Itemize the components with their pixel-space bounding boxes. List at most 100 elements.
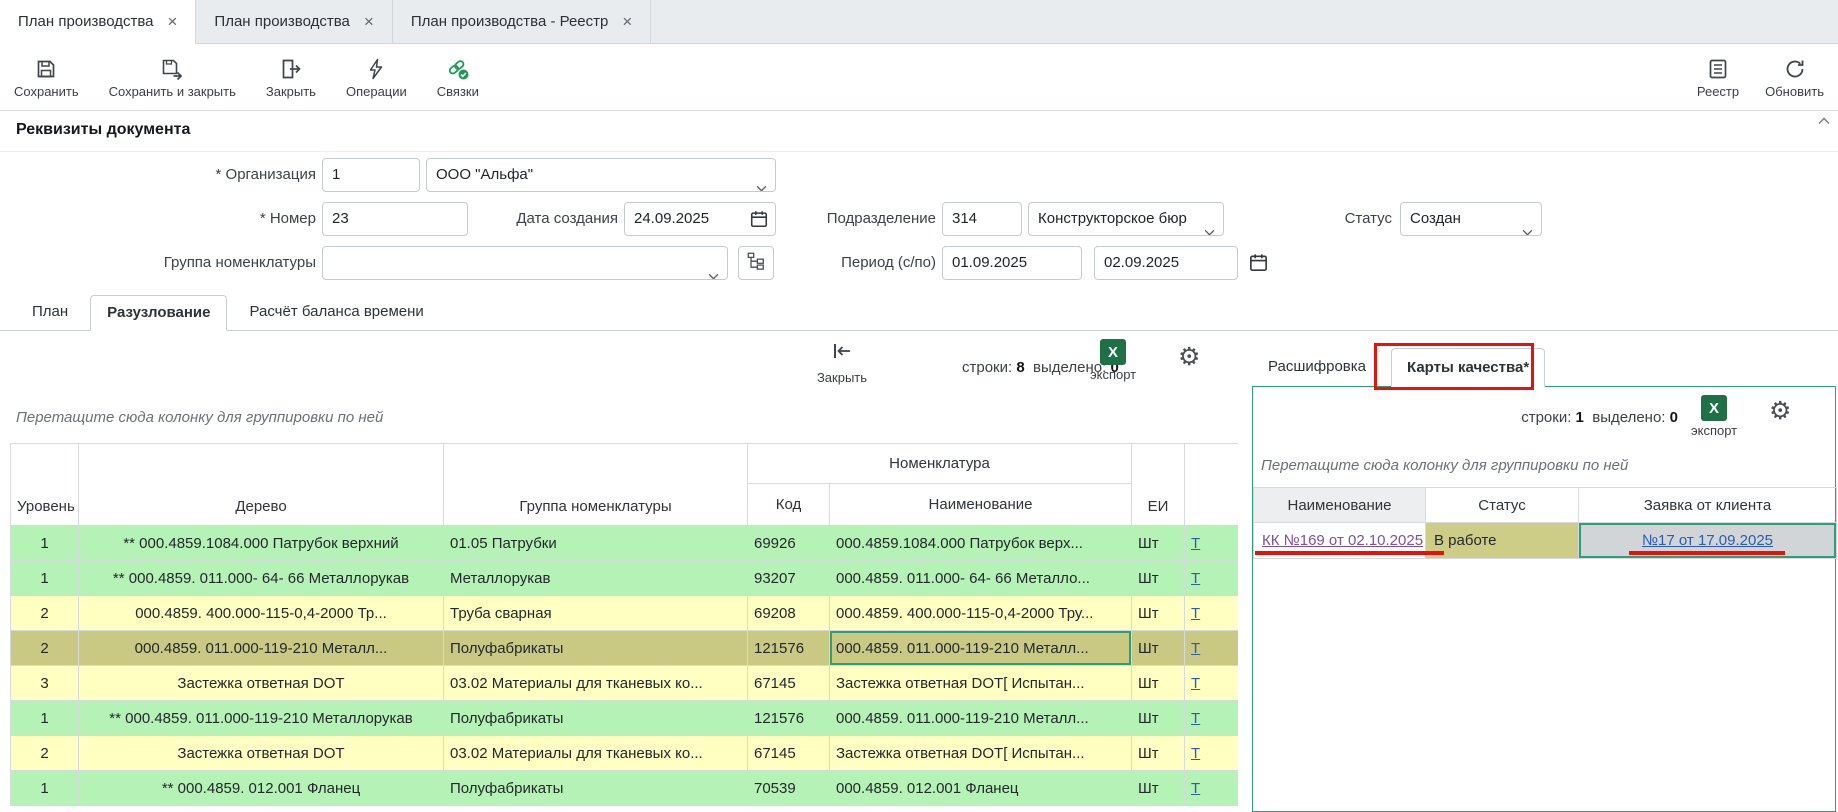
cell-code[interactable]: 70539 xyxy=(748,771,830,806)
collapse-up-icon[interactable] xyxy=(1818,112,1830,130)
quality-card-link[interactable]: КК №169 от 02.10.2025 xyxy=(1262,532,1423,549)
row-link[interactable]: Т xyxy=(1191,535,1200,552)
cell-level[interactable]: 1 xyxy=(11,526,79,561)
cell-level[interactable]: 2 xyxy=(11,736,79,771)
col-header-unit[interactable]: ЕИ xyxy=(1132,444,1185,526)
cell-unit[interactable]: Шт xyxy=(1132,666,1185,701)
cell-level[interactable]: 2 xyxy=(11,631,79,666)
tab-rasshifrovka[interactable]: Расшифровка xyxy=(1253,348,1381,387)
cell-group[interactable]: Труба сварная xyxy=(444,596,748,631)
cell-level[interactable]: 2 xyxy=(11,596,79,631)
status-select[interactable]: Создан xyxy=(1400,202,1542,236)
cell-extra[interactable]: Т xyxy=(1185,596,1238,631)
cell-code[interactable]: 93207 xyxy=(748,561,830,596)
cell-tree[interactable]: ** 000.4859. 011.000- 64- 66 Металлорука… xyxy=(79,561,444,596)
window-tab-plan-2[interactable]: План производства × xyxy=(196,0,392,43)
cell-code[interactable]: 67145 xyxy=(748,666,830,701)
cell-unit[interactable]: Шт xyxy=(1132,596,1185,631)
cell-name[interactable]: 000.4859.1084.000 Патрубок верх... xyxy=(830,526,1132,561)
cell-unit[interactable]: Шт xyxy=(1132,736,1185,771)
cell-level[interactable]: 1 xyxy=(11,771,79,806)
cell-name[interactable]: Застежка ответная DOT[ Испытан... xyxy=(830,736,1132,771)
close-tab-icon[interactable]: × xyxy=(622,13,632,30)
tab-razuzlovanie[interactable]: Разузлование xyxy=(90,295,227,331)
close-tab-icon[interactable]: × xyxy=(167,13,177,30)
cell-unit[interactable]: Шт xyxy=(1132,561,1185,596)
table-row[interactable]: 1 ** 000.4859. 011.000- 64- 66 Металлору… xyxy=(11,561,1239,596)
export-button[interactable]: X экспорт xyxy=(1691,395,1737,438)
cell-tree[interactable]: 000.4859. 400.000-115-0,4-2000 Тр... xyxy=(79,596,444,631)
cell-level[interactable]: 1 xyxy=(11,701,79,736)
calendar-icon[interactable] xyxy=(749,209,769,236)
department-code-field[interactable]: 314 xyxy=(942,202,1022,236)
calendar-icon[interactable] xyxy=(1248,252,1269,278)
cell-group[interactable]: Металлорукав xyxy=(444,561,748,596)
cell-unit[interactable]: Шт xyxy=(1132,771,1185,806)
cell-name[interactable]: 000.4859. 011.000-119-210 Металл... xyxy=(830,701,1132,736)
col-header-group[interactable]: Группа номенклатуры xyxy=(444,444,748,526)
col-header-name[interactable]: Наименование xyxy=(830,484,1132,526)
close-document-button[interactable]: Закрыть xyxy=(266,57,316,99)
tab-quality-cards[interactable]: Карты качества* xyxy=(1391,348,1545,387)
organization-code-field[interactable]: 1 xyxy=(322,158,420,192)
row-link[interactable]: Т xyxy=(1191,710,1200,727)
cell-card-status[interactable]: В работе xyxy=(1426,523,1579,559)
operations-button[interactable]: Операции xyxy=(346,57,407,99)
cell-unit[interactable]: Шт xyxy=(1132,701,1185,736)
organization-select[interactable]: ООО "Альфа" xyxy=(426,158,776,192)
col-header-tree[interactable]: Дерево xyxy=(79,444,444,526)
cell-group[interactable]: 03.02 Материалы для тканевых ко... xyxy=(444,736,748,771)
cell-extra[interactable]: Т xyxy=(1185,631,1238,666)
registry-button[interactable]: Реестр xyxy=(1697,57,1739,99)
cell-tree[interactable]: Застежка ответная DOT xyxy=(79,736,444,771)
close-tab-icon[interactable]: × xyxy=(364,13,374,30)
row-link[interactable]: Т xyxy=(1191,640,1200,657)
row-link[interactable]: Т xyxy=(1191,570,1200,587)
cell-code[interactable]: 67145 xyxy=(748,736,830,771)
cell-group[interactable]: Полуфабрикаты xyxy=(444,701,748,736)
cell-level[interactable]: 3 xyxy=(11,666,79,701)
cell-code[interactable]: 121576 xyxy=(748,631,830,666)
col-header-level[interactable]: Уровень xyxy=(11,444,79,526)
links-button[interactable]: Связки xyxy=(437,57,479,99)
cell-code[interactable]: 69926 xyxy=(748,526,830,561)
created-date-field[interactable]: 24.09.2025 xyxy=(624,202,776,236)
cell-unit[interactable]: Шт xyxy=(1132,631,1185,666)
tab-plan[interactable]: План xyxy=(16,295,84,330)
row-link[interactable]: Т xyxy=(1191,605,1200,622)
cell-tree[interactable]: ** 000.4859. 012.001 Фланец xyxy=(79,771,444,806)
save-button[interactable]: Сохранить xyxy=(14,57,79,99)
cell-extra[interactable]: Т xyxy=(1185,526,1238,561)
cell-name[interactable]: 000.4859. 400.000-115-0,4-2000 Тру... xyxy=(830,596,1132,631)
row-link[interactable]: Т xyxy=(1191,745,1200,762)
number-field[interactable]: 23 xyxy=(322,202,468,236)
gear-icon[interactable]: ⚙ xyxy=(1178,345,1200,370)
table-row[interactable]: 1 ** 000.4859.1084.000 Патрубок верхний … xyxy=(11,526,1239,561)
department-select[interactable]: Конструкторское бюр xyxy=(1028,202,1224,236)
cell-name[interactable]: 000.4859. 011.000- 64- 66 Металло... xyxy=(830,561,1132,596)
cell-group[interactable]: Полуфабрикаты xyxy=(444,771,748,806)
table-row[interactable]: 3 Застежка ответная DOT 03.02 Материалы … xyxy=(11,666,1239,701)
row-link[interactable]: Т xyxy=(1191,780,1200,797)
cell-extra[interactable]: Т xyxy=(1185,701,1238,736)
gear-icon[interactable]: ⚙ xyxy=(1769,399,1791,424)
col-header-extra[interactable] xyxy=(1185,444,1238,526)
period-from-field[interactable]: 01.09.2025 xyxy=(942,246,1082,280)
row-link[interactable]: Т xyxy=(1191,675,1200,692)
nomenclature-group-select[interactable] xyxy=(322,246,728,280)
table-row[interactable]: 1 ** 000.4859. 011.000-119-210 Металлору… xyxy=(11,701,1239,736)
cell-unit[interactable]: Шт xyxy=(1132,526,1185,561)
cell-tree[interactable]: ** 000.4859. 011.000-119-210 Металлорука… xyxy=(79,701,444,736)
cell-tree[interactable]: 000.4859. 011.000-119-210 Металл... xyxy=(79,631,444,666)
refresh-button[interactable]: Обновить xyxy=(1765,57,1824,99)
cell-tree[interactable]: Застежка ответная DOT xyxy=(79,666,444,701)
grid-close-button[interactable]: Закрыть xyxy=(800,339,884,385)
window-tab-registry[interactable]: План производства - Реестр × xyxy=(393,0,651,43)
col-header-status[interactable]: Статус xyxy=(1426,488,1579,523)
cell-extra[interactable]: Т xyxy=(1185,666,1238,701)
tree-select-button[interactable] xyxy=(738,246,774,280)
period-to-field[interactable]: 02.09.2025 xyxy=(1094,246,1238,280)
cell-name[interactable]: Застежка ответная DOT[ Испытан... xyxy=(830,666,1132,701)
save-and-close-button[interactable]: Сохранить и закрыть xyxy=(109,57,236,99)
client-request-link[interactable]: №17 от 17.09.2025 xyxy=(1642,532,1773,549)
